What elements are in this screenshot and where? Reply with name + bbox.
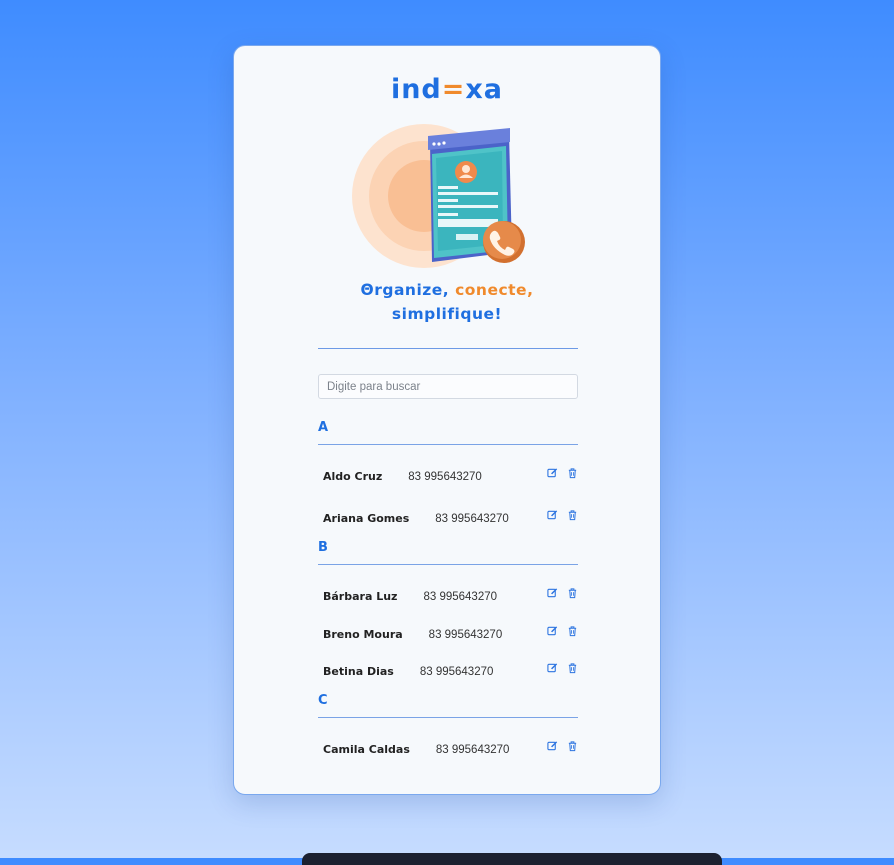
- header-divider: [318, 348, 578, 349]
- edit-icon[interactable]: [547, 662, 558, 674]
- tagline-organize: Θrganize,: [360, 281, 456, 299]
- bottom-dock-edge: [302, 853, 722, 865]
- section-header-b: B: [318, 540, 578, 565]
- contact-phone: 83 995643270: [435, 513, 509, 525]
- section-letter: C: [318, 693, 328, 708]
- contact-row[interactable]: Ariana Gomes 83 995643270: [323, 509, 578, 525]
- tagline-connect: conecte,: [455, 281, 534, 299]
- contact-phone: 83 995643270: [428, 629, 503, 641]
- trash-icon[interactable]: [567, 662, 578, 674]
- edit-icon[interactable]: [547, 587, 558, 599]
- row-actions: [547, 467, 578, 479]
- trash-icon[interactable]: [567, 740, 578, 752]
- contact-name: Camila Caldas: [323, 743, 410, 756]
- contact-phone: 83 995643270: [423, 591, 498, 603]
- row-actions: [547, 662, 578, 674]
- tagline-simplify: simplifique!: [391, 305, 503, 323]
- trash-icon[interactable]: [567, 625, 578, 637]
- row-actions: [547, 740, 578, 752]
- row-actions: [547, 625, 578, 637]
- trash-icon[interactable]: [567, 509, 578, 521]
- section-letter: B: [318, 540, 328, 555]
- contact-phone: 83 995643270: [435, 744, 510, 756]
- logo-suffix: xa: [465, 74, 504, 105]
- contact-row[interactable]: Breno Moura 83 995643270: [323, 625, 578, 641]
- contact-row[interactable]: Bárbara Luz 83 995643270: [323, 587, 578, 603]
- contact-phone: 83 995643270: [408, 471, 482, 483]
- edit-icon[interactable]: [547, 467, 558, 479]
- trash-icon[interactable]: [567, 467, 578, 479]
- section-header-c: C: [318, 693, 578, 718]
- edit-icon[interactable]: [547, 509, 558, 521]
- row-actions: [547, 509, 578, 521]
- edit-icon[interactable]: [547, 740, 558, 752]
- contact-name: Aldo Cruz: [323, 470, 383, 483]
- trash-icon[interactable]: [567, 587, 578, 599]
- contacts-card: ind=xa Θrganize, conecte, simplifique! A: [233, 45, 661, 795]
- contact-row[interactable]: Camila Caldas 83 995643270: [323, 740, 578, 756]
- contact-name: Bárbara Luz: [323, 590, 398, 603]
- contact-card-phone-illustration: [352, 124, 525, 268]
- section-header-a: A: [318, 420, 578, 445]
- contact-phone: 83 995643270: [419, 666, 494, 678]
- contact-name: Betina Dias: [323, 665, 394, 678]
- contact-name: Breno Moura: [323, 628, 403, 641]
- search-input[interactable]: [318, 374, 578, 399]
- contact-name: Ariana Gomes: [323, 512, 410, 525]
- section-letter: A: [318, 420, 329, 435]
- app-logo: ind=xa: [234, 74, 660, 105]
- contact-row[interactable]: Betina Dias 83 995643270: [323, 662, 578, 678]
- edit-icon[interactable]: [547, 625, 558, 637]
- logo-highlight: =: [441, 74, 466, 105]
- logo-prefix: ind: [390, 74, 442, 105]
- tagline: Θrganize, conecte, simplifique!: [234, 278, 660, 326]
- contact-row[interactable]: Aldo Cruz 83 995643270: [323, 467, 578, 483]
- row-actions: [547, 587, 578, 599]
